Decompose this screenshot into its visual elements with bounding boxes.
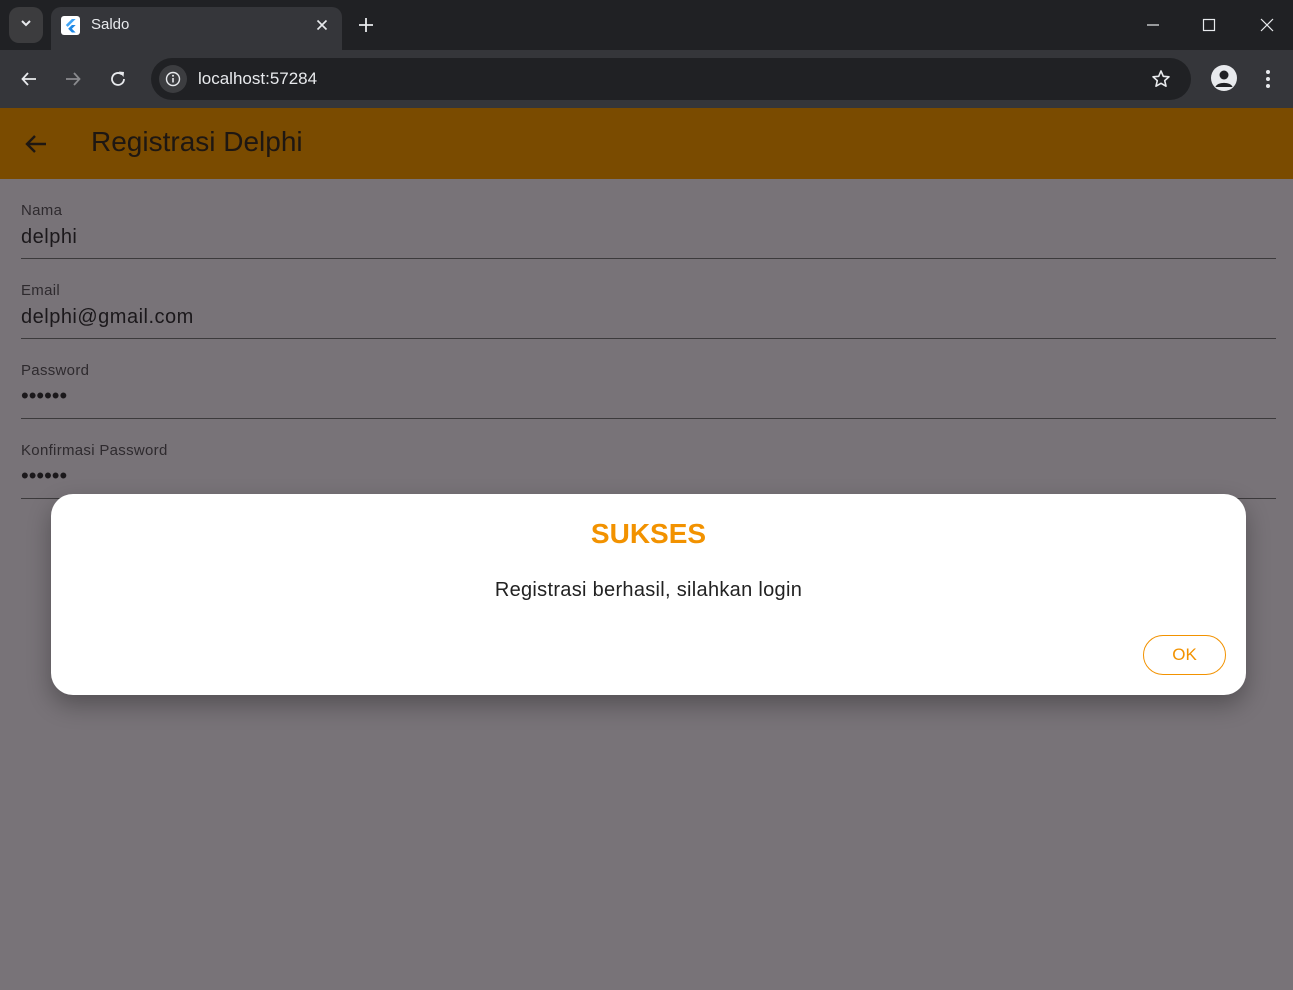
tab-search-button[interactable] <box>9 7 43 43</box>
field-label: Email <box>21 282 61 299</box>
window-close-icon[interactable] <box>1252 10 1282 40</box>
tab-title: Saldo <box>91 16 130 33</box>
flutter-icon <box>61 16 80 35</box>
field-label: Konfirmasi Password <box>21 442 168 459</box>
dialog-message: Registrasi berhasil, silahkan login <box>494 579 803 601</box>
address-bar[interactable]: localhost:57284 <box>151 58 1191 100</box>
maximize-icon[interactable] <box>1194 10 1224 40</box>
confirm-password-field[interactable]: Konfirmasi Password •••••• <box>21 419 1276 499</box>
app-bar: Registrasi Delphi <box>0 108 1293 179</box>
name-field[interactable]: Nama delphi <box>21 179 1276 259</box>
browser-tab[interactable]: Saldo <box>51 7 342 50</box>
kebab-menu-icon[interactable] <box>1258 65 1278 93</box>
person-icon[interactable] <box>1211 65 1237 91</box>
email-field[interactable]: Email delphi@gmail.com <box>21 259 1276 339</box>
browser-tab-strip: Saldo <box>0 0 1293 50</box>
field-value[interactable]: •••••• <box>21 383 67 409</box>
ok-button[interactable]: OK <box>1143 635 1226 675</box>
info-icon[interactable] <box>159 65 187 93</box>
field-value[interactable]: •••••• <box>21 463 67 489</box>
arrow-right-icon[interactable] <box>59 65 87 93</box>
field-value[interactable]: delphi@gmail.com <box>21 306 194 329</box>
password-field[interactable]: Password •••••• <box>21 339 1276 419</box>
chevron-down-icon <box>19 16 33 35</box>
field-value[interactable]: delphi <box>21 226 77 249</box>
dialog-title: SUKSES <box>590 518 707 549</box>
star-icon[interactable] <box>1149 67 1173 91</box>
minimize-icon[interactable] <box>1138 10 1168 40</box>
plus-icon[interactable] <box>355 14 377 36</box>
success-dialog: SUKSES Registrasi berhasil, silahkan log… <box>51 494 1246 695</box>
url-text[interactable]: localhost:57284 <box>198 69 317 89</box>
field-label: Nama <box>21 202 63 219</box>
browser-toolbar: localhost:57284 <box>0 50 1293 108</box>
arrow-left-icon[interactable] <box>22 130 50 158</box>
page-title: Registrasi Delphi <box>91 126 303 157</box>
reload-icon[interactable] <box>104 65 132 93</box>
field-label: Password <box>21 362 90 379</box>
close-icon[interactable] <box>312 15 332 35</box>
arrow-left-icon[interactable] <box>15 65 43 93</box>
